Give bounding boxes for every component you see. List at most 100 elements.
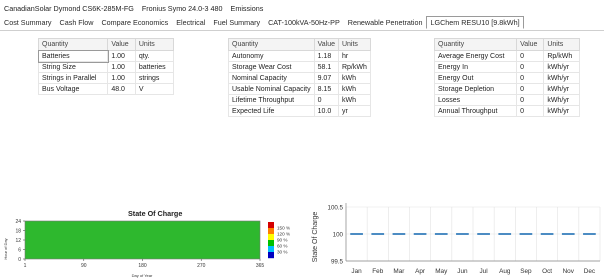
component-emissions[interactable]: Emissions bbox=[231, 4, 264, 13]
col-value[interactable]: Value bbox=[516, 38, 545, 51]
units-cell: hr bbox=[337, 50, 371, 62]
value-cell: 48.0 bbox=[107, 83, 136, 95]
tab-renewable-penetration[interactable]: Renewable Penetration bbox=[344, 16, 427, 29]
quantity-cell: Autonomy bbox=[228, 50, 315, 62]
value-cell: 1.00 bbox=[107, 72, 136, 84]
soc-ytick-label: 6 bbox=[18, 247, 21, 253]
table-row[interactable]: Annual Throughput 0 kWh/yr bbox=[433, 105, 580, 117]
table-row[interactable]: Usable Nominal Capacity 8.15 kWh bbox=[228, 83, 371, 95]
tab-battery[interactable]: LGChem RESU10 [9.8kWh] bbox=[426, 16, 524, 29]
line-xtick-label: Mar bbox=[393, 268, 405, 275]
table-row[interactable]: String Size 1.00 batteries bbox=[37, 61, 175, 73]
quantity-cell: Average Energy Cost bbox=[433, 50, 518, 62]
col-quantity[interactable]: Quantity bbox=[228, 38, 315, 51]
quantity-cell: Lifetime Throughput bbox=[228, 94, 315, 106]
soc-legend-swatch bbox=[268, 222, 274, 229]
units-cell: batteries bbox=[134, 61, 175, 73]
soc-xlabel: Day of Year bbox=[132, 273, 153, 278]
quantity-cell: Batteries bbox=[37, 49, 109, 63]
line-xtick-label: Jun bbox=[457, 268, 468, 275]
tab-cash-flow[interactable]: Cash Flow bbox=[56, 16, 98, 29]
col-units[interactable]: Units bbox=[337, 38, 371, 51]
battery-capacity-table: Quantity Value Units Autonomy 1.18 hr Stora… bbox=[228, 38, 371, 117]
soc-xtick-label: 365 bbox=[256, 263, 265, 269]
table-row[interactable]: Autonomy 1.18 hr bbox=[228, 50, 371, 62]
battery-config-table: Quantity Value Units Batteries 1.00 qty. St… bbox=[37, 38, 175, 95]
line-xtick-label: Aug bbox=[499, 268, 511, 275]
quantity-cell: Annual Throughput bbox=[433, 105, 518, 117]
table-row[interactable]: Nominal Capacity 9.07 kWh bbox=[228, 72, 371, 84]
value-cell: 0 bbox=[516, 83, 545, 95]
table-row[interactable]: Lifetime Throughput 0 kWh bbox=[228, 94, 371, 106]
units-cell: kWh/yr bbox=[543, 83, 580, 95]
soc-legend-swatch bbox=[268, 252, 274, 259]
quantity-cell: Bus Voltage bbox=[37, 83, 109, 95]
table-row[interactable]: Average Energy Cost 0 Rp/kWh bbox=[433, 50, 580, 62]
quantity-cell: Expected Life bbox=[228, 105, 315, 117]
line-xtick-label: Nov bbox=[563, 268, 575, 275]
soc-xtick-label: 180 bbox=[138, 263, 147, 269]
line-xtick-label: Jan bbox=[351, 268, 362, 275]
col-value[interactable]: Value bbox=[107, 38, 136, 51]
line-xtick-label: Feb bbox=[372, 268, 383, 275]
table-row[interactable]: Batteries 1.00 qty. bbox=[37, 49, 175, 63]
units-cell: V bbox=[134, 83, 175, 95]
soc-ytick-label: 18 bbox=[15, 228, 21, 234]
line-xtick-label: Dec bbox=[584, 268, 596, 275]
results-header: CanadianSolar Dymond CS6K-285M-FG Froniu… bbox=[0, 0, 604, 31]
col-quantity[interactable]: Quantity bbox=[433, 38, 518, 51]
tab-generator[interactable]: CAT-100kVA-50Hz-PP bbox=[264, 16, 344, 29]
value-cell: 1.18 bbox=[313, 50, 339, 62]
units-cell: kWh/yr bbox=[543, 105, 580, 117]
soc-legend-label: 60 % bbox=[277, 244, 287, 249]
quantity-cell: Energy In bbox=[433, 61, 518, 73]
line-xtick-label: May bbox=[435, 268, 448, 275]
soc-legend-label: 90 % bbox=[277, 238, 287, 243]
units-cell: yr bbox=[337, 105, 371, 117]
units-cell: qty. bbox=[134, 50, 175, 62]
units-cell: kWh bbox=[337, 83, 371, 95]
units-cell: kWh bbox=[337, 94, 371, 106]
result-tabs: Cost Summary Cash Flow Compare Economics El… bbox=[0, 16, 524, 30]
value-cell: 0 bbox=[313, 94, 339, 106]
value-cell: 58.1 bbox=[313, 61, 339, 73]
soc-heatmap: Hour of Day 24 18 12 6 0 1 90 180 270 365 Day of… bbox=[3, 219, 290, 278]
quantity-cell: Losses bbox=[433, 94, 518, 106]
line-xtick-label: Apr bbox=[415, 268, 426, 275]
table-row[interactable]: Energy In 0 kWh/yr bbox=[433, 61, 580, 73]
col-quantity[interactable]: Quantity bbox=[37, 38, 109, 51]
table-row[interactable]: Energy Out 0 kWh/yr bbox=[433, 72, 580, 84]
tab-cost-summary[interactable]: Cost Summary bbox=[0, 16, 56, 29]
soc-plot-area bbox=[24, 220, 261, 260]
monthly-soc-chart: State Of Charge 100.5 100 99.5 Jan Feb Mar Ap… bbox=[312, 203, 601, 275]
tab-electrical[interactable]: Electrical bbox=[172, 16, 209, 29]
table-row[interactable]: Strings in Parallel 1.00 strings bbox=[37, 72, 175, 84]
value-cell: 0 bbox=[516, 50, 545, 62]
tab-fuel-summary[interactable]: Fuel Summary bbox=[209, 16, 264, 29]
battery-results-panel: Quantity Value Units Batteries 1.00 qty. St… bbox=[0, 31, 604, 280]
quantity-cell: Strings in Parallel bbox=[37, 72, 109, 84]
table-row[interactable]: Bus Voltage 48.0 V bbox=[37, 83, 175, 95]
component-converter[interactable]: Fronius Symo 24.0-3 480 bbox=[142, 4, 223, 13]
soc-legend-swatch bbox=[268, 246, 274, 253]
component-pv[interactable]: CanadianSolar Dymond CS6K-285M-FG bbox=[4, 4, 134, 13]
table-row[interactable]: Storage Depletion 0 kWh/yr bbox=[433, 83, 580, 95]
value-cell: 9.07 bbox=[313, 72, 339, 84]
line-xtick-label: Oct bbox=[542, 268, 552, 275]
units-cell: Rp/kWh bbox=[337, 61, 371, 73]
tab-compare-economics[interactable]: Compare Economics bbox=[97, 16, 172, 29]
soc-legend-label: 150 % bbox=[277, 226, 290, 231]
table-row[interactable]: Storage Wear Cost 58.1 Rp/kWh bbox=[228, 61, 371, 73]
quantity-cell: String Size bbox=[37, 61, 109, 73]
units-cell: kWh/yr bbox=[543, 61, 580, 73]
table-row[interactable]: Expected Life 10.0 yr bbox=[228, 105, 371, 117]
units-cell: kWh bbox=[337, 72, 371, 84]
col-units[interactable]: Units bbox=[543, 38, 580, 51]
table-row[interactable]: Losses 0 kWh/yr bbox=[433, 94, 580, 106]
soc-xtick-label: 270 bbox=[197, 263, 206, 269]
value-cell: 0 bbox=[516, 72, 545, 84]
col-units[interactable]: Units bbox=[134, 38, 175, 51]
soc-legend-label: 120 % bbox=[277, 232, 290, 237]
col-value[interactable]: Value bbox=[313, 38, 339, 51]
line-ylabel: State Of Charge bbox=[312, 212, 319, 263]
